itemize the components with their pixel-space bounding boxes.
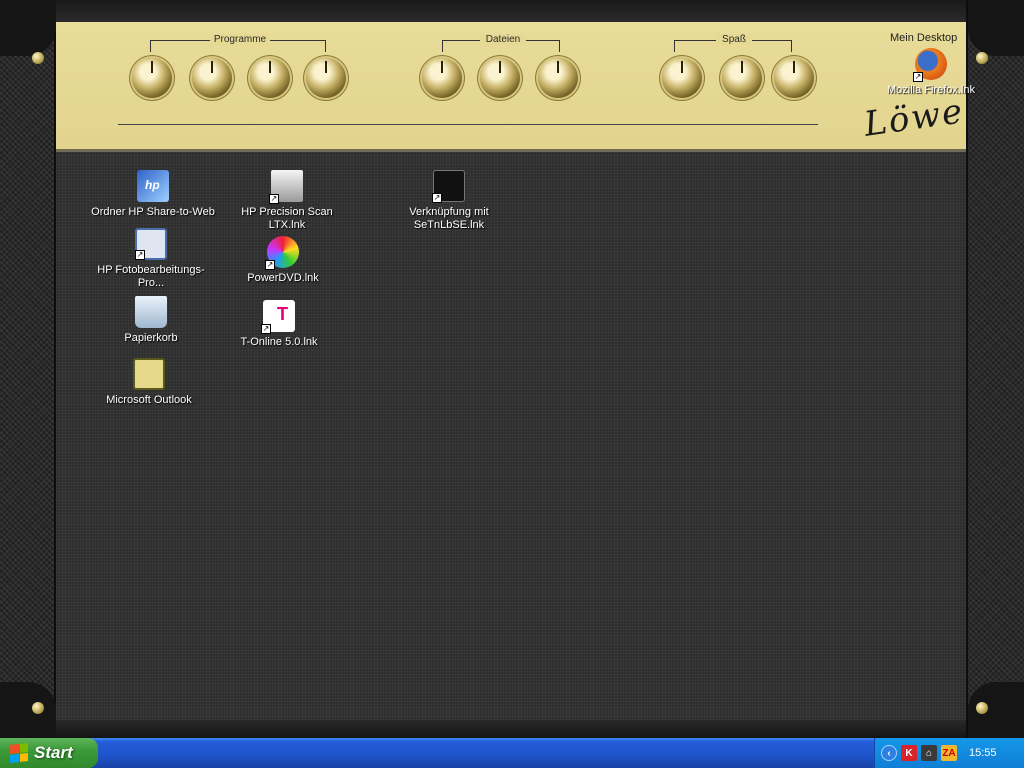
desktop-icon-hp-fotobearbeitung[interactable]: ↗ HP Fotobearbeitungs-Pro... <box>86 228 216 290</box>
firefox-icon: ↗ <box>913 48 947 82</box>
network-icon[interactable]: ⌂ <box>921 745 937 761</box>
knob <box>538 58 578 98</box>
start-button[interactable]: Start <box>0 738 98 768</box>
vox-amp-icon: ↗ <box>432 170 465 203</box>
scanner-icon: ↗ <box>269 170 303 204</box>
desktop-icon-label: Microsoft Outlook <box>106 394 192 406</box>
desktop-icon-label: HP Precision Scan LTX.lnk <box>241 206 333 231</box>
knob <box>306 58 346 98</box>
rivet <box>976 702 988 714</box>
desktop-icon-label: Mozilla Firefox.lnk <box>886 84 976 96</box>
signature: Löwe <box>861 91 967 145</box>
hp-share-folder-icon: hp <box>137 170 169 202</box>
desktop-icon-powerdvd[interactable]: ↗ PowerDVD.lnk <box>218 236 348 285</box>
desktop-icon-label: HP Fotobearbeitungs-Pro... <box>97 264 205 289</box>
desktop: Programme Dateien Spaß Mein Desktop Löwe… <box>0 0 1024 738</box>
rivet <box>32 52 44 64</box>
shortcut-arrow-icon: ↗ <box>135 250 145 260</box>
desktop-icon-firefox[interactable]: ↗ Mozilla Firefox.lnk <box>866 48 996 97</box>
desktop-icon-setnlbse[interactable]: ↗ Verknüpfung mit SeTnLbSE.lnk <box>384 170 514 232</box>
desktop-icon-hp-share-to-web[interactable]: hp Ordner HP Share-to-Web <box>88 170 218 219</box>
desktop-title: Mein Desktop <box>890 32 958 44</box>
windows-logo-icon <box>10 743 28 763</box>
knob <box>722 58 762 98</box>
shortcut-arrow-icon: ↗ <box>261 324 271 334</box>
desktop-icon-label: T-Online 5.0.lnk <box>240 336 318 348</box>
knob <box>662 58 702 98</box>
knob <box>132 58 172 98</box>
desktop-icon-label: Papierkorb <box>124 332 178 344</box>
shortcut-arrow-icon: ↗ <box>913 72 923 82</box>
desktop-icon-papierkorb[interactable]: Papierkorb <box>86 296 216 345</box>
desktop-icon-label: Ordner HP Share-to-Web <box>91 206 215 218</box>
recycle-bin-icon <box>135 296 167 328</box>
outlook-icon <box>133 358 165 390</box>
group-label-programme: Programme <box>210 34 270 45</box>
knob <box>480 58 520 98</box>
rivet <box>32 702 44 714</box>
clock[interactable]: 15:55 <box>969 747 997 759</box>
system-tray: ‹ K ⌂ ZA 15:55 <box>874 738 1024 768</box>
amp-bottom-rail <box>56 720 966 738</box>
zonealarm-icon[interactable]: ZA <box>941 745 957 761</box>
amp-side-panel-left <box>0 0 56 738</box>
amp-side-panel-right <box>966 0 1024 738</box>
group-label-spass: Spaß <box>716 34 752 45</box>
desktop-icon-hp-precision-scan[interactable]: ↗ HP Precision Scan LTX.lnk <box>222 170 352 232</box>
start-label: Start <box>34 743 73 762</box>
desktop-icon-outlook[interactable]: Microsoft Outlook <box>84 358 214 407</box>
amp-top-rail <box>56 0 966 22</box>
desktop-icon-label: PowerDVD.lnk <box>247 272 319 284</box>
hp-photo-icon: ↗ <box>135 228 167 260</box>
knob <box>422 58 462 98</box>
shortcut-arrow-icon: ↗ <box>265 260 275 270</box>
shortcut-arrow-icon: ↗ <box>432 193 442 203</box>
t-online-icon: T ↗ <box>261 300 295 334</box>
panel-line <box>118 124 818 125</box>
amp-control-panel: Programme Dateien Spaß Mein Desktop Löwe <box>56 22 967 152</box>
kaspersky-icon[interactable]: K <box>901 745 917 761</box>
knob <box>192 58 232 98</box>
powerdvd-icon: ↗ <box>265 236 299 270</box>
knob <box>774 58 814 98</box>
shortcut-arrow-icon: ↗ <box>269 194 279 204</box>
amp-corner <box>0 682 56 738</box>
taskbar: Start <box>0 738 1024 768</box>
desktop-icon-t-online[interactable]: T ↗ T-Online 5.0.lnk <box>214 300 344 349</box>
show-hidden-icon[interactable]: ‹ <box>881 745 897 761</box>
desktop-icon-label: Verknüpfung mit SeTnLbSE.lnk <box>409 206 489 231</box>
group-label-dateien: Dateien <box>480 34 526 45</box>
knob <box>250 58 290 98</box>
amp-corner <box>0 0 56 56</box>
